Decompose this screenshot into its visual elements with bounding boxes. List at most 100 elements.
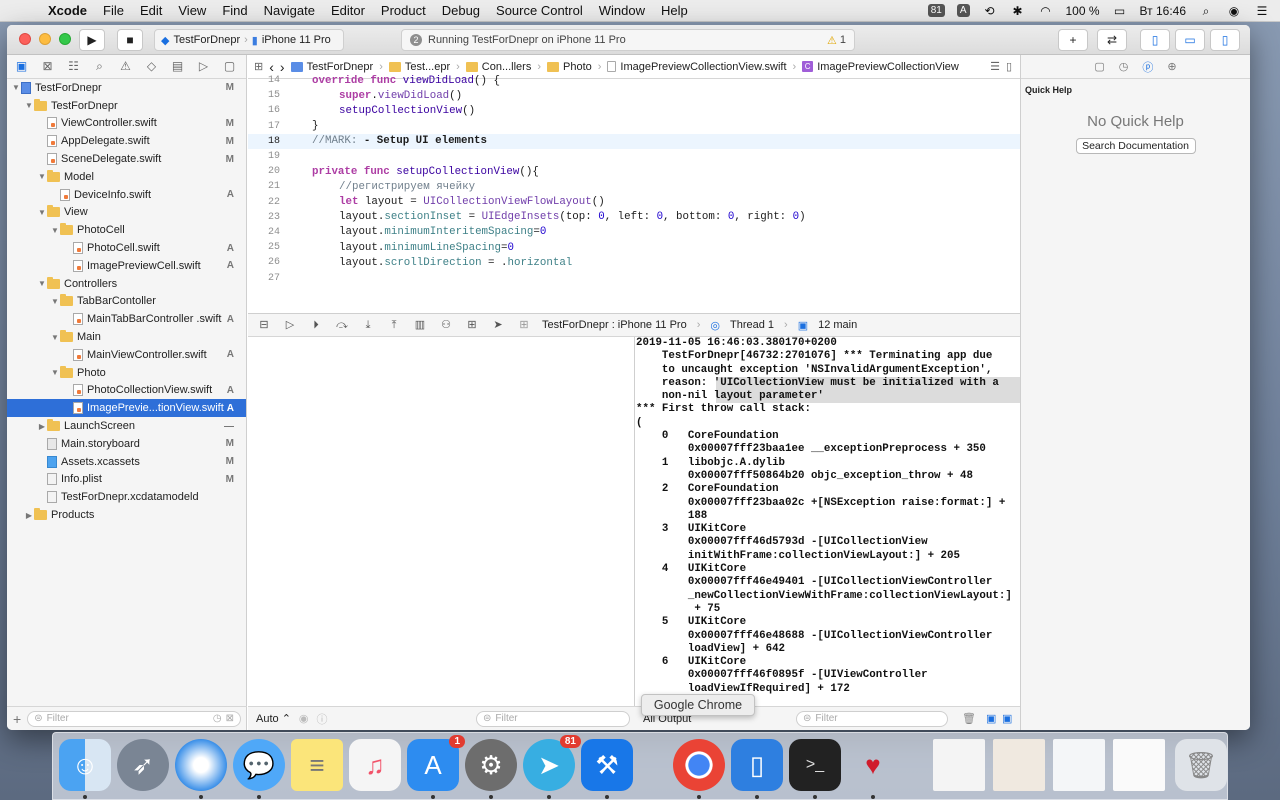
navigator-filter-input[interactable]: ⊜ Filter ◷ ⊠	[27, 710, 241, 727]
tree-item[interactable]: ▼ Model	[7, 168, 246, 186]
auto-scope-select[interactable]: Auto ⌃	[256, 712, 291, 725]
minimized-window-1[interactable]	[933, 739, 985, 791]
test-navigator-icon[interactable]: ◇	[143, 58, 160, 75]
console-filter-input[interactable]: ⊜ Filter	[796, 710, 948, 727]
disclosure-expanded-icon[interactable]: ▼	[50, 226, 60, 235]
minimized-window-3[interactable]	[1053, 739, 1105, 791]
code-area[interactable]: 14 override func viewDidLoad() {15 super.v…	[248, 73, 1020, 286]
spotlight-search-icon[interactable]: ⌕	[1198, 4, 1214, 18]
tree-item[interactable]: ▼ TabBarContoller	[7, 293, 246, 311]
disclosure-expanded-icon[interactable]: ▼	[37, 279, 47, 288]
terminal-icon[interactable]: >_	[789, 739, 841, 791]
menu-view[interactable]: View	[170, 3, 214, 18]
battery-icon[interactable]: ▭	[1112, 4, 1128, 18]
disclosure-expanded-icon[interactable]: ▼	[24, 101, 34, 110]
minimize-window-button[interactable]	[39, 33, 51, 45]
breadcrumb-project[interactable]: TestForDnepr	[290, 61, 373, 73]
telegram-icon[interactable]: ➤ 81	[523, 735, 581, 791]
trash-icon[interactable]: 🗑	[962, 712, 976, 725]
finder-icon[interactable]: ☺	[59, 739, 111, 791]
toggle-inspector-button[interactable]: ▯	[1210, 29, 1240, 51]
disclosure-expanded-icon[interactable]: ▼	[50, 297, 60, 306]
system-preferences-icon[interactable]: ⚙	[465, 739, 517, 791]
disclosure-expanded-icon[interactable]: ▼	[37, 208, 47, 217]
modified-files-icon[interactable]: ⊠	[226, 713, 234, 724]
debug-target[interactable]: TestForDnepr : iPhone 11 Pro	[542, 319, 687, 331]
toggle-navigator-button[interactable]: ▯	[1140, 29, 1170, 51]
debug-thread[interactable]: Thread 1	[730, 319, 774, 331]
tree-item[interactable]: AppDelegate.swift M	[7, 132, 246, 150]
library-button[interactable]: +	[1058, 29, 1088, 51]
tree-item[interactable]: ▼ Photo	[7, 364, 246, 382]
xcode-icon[interactable]: ⚒	[581, 739, 633, 791]
chrome-icon[interactable]	[673, 739, 725, 791]
add-file-icon[interactable]: +	[13, 711, 21, 727]
related-items-icon[interactable]: ⊞	[254, 60, 263, 73]
history-inspector-icon[interactable]: ◷	[1119, 60, 1129, 73]
code-line[interactable]: 20 private func setupCollectionView(){	[248, 164, 1020, 179]
safari-icon[interactable]	[175, 739, 227, 791]
breakpoints-toggle-icon[interactable]: ▷	[282, 318, 298, 332]
menu-app-name[interactable]: Xcode	[40, 3, 95, 18]
console-output[interactable]: 2019-11-05 16:46:03.380170+0200 TestForD…	[636, 337, 1020, 706]
tree-item[interactable]: DeviceInfo.swift A	[7, 186, 246, 204]
code-line[interactable]: 23 layout.sectionInset = UIEdgeInsets(top…	[248, 210, 1020, 225]
tree-item[interactable]: ViewController.swift M	[7, 115, 246, 133]
breadcrumb-controllers[interactable]: Con...llers	[465, 61, 531, 73]
split-left-icon[interactable]: ▣	[986, 712, 996, 725]
tree-item[interactable]: MainTabBarController .swift A	[7, 310, 246, 328]
messages-icon[interactable]: 💬	[233, 739, 285, 791]
disclosure-expanded-icon[interactable]: ▼	[50, 333, 60, 342]
step-out-icon[interactable]: ⤒	[386, 318, 402, 332]
siri-icon[interactable]: ◉	[1226, 4, 1242, 18]
tree-item[interactable]: ▼ PhotoCell	[7, 221, 246, 239]
quick-help-icon[interactable]: ⓟ	[1142, 59, 1153, 75]
attributes-inspector-icon[interactable]: ⊕	[1167, 60, 1176, 73]
tree-item[interactable]: ImagePreviewCell.swift A	[7, 257, 246, 275]
code-line[interactable]: 14 override func viewDidLoad() {	[248, 73, 1020, 88]
bluetooth-icon[interactable]: ✱	[1010, 4, 1026, 18]
scheme-selector[interactable]: ◆ TestForDnepr › ▮ iPhone 11 Pro	[154, 29, 344, 51]
code-line[interactable]: 21 //регистрируем ячейку	[248, 179, 1020, 194]
info-icon[interactable]: ⓘ	[317, 711, 328, 727]
code-line[interactable]: 18 //MARK: - Setup UI elements	[248, 133, 1020, 149]
warning-icon[interactable]: ⚠	[827, 34, 837, 47]
minimized-window-4[interactable]	[1113, 739, 1165, 791]
launchpad-icon[interactable]: ➶	[117, 739, 169, 791]
menu-help[interactable]: Help	[653, 3, 696, 18]
variables-view[interactable]	[248, 337, 635, 730]
editor-options-icon[interactable]: ☰	[990, 60, 1000, 73]
code-line[interactable]: 26 layout.scrollDirection = .horizontal	[248, 255, 1020, 270]
music-icon[interactable]: ♫	[349, 739, 401, 791]
input-source-icon[interactable]: A	[956, 4, 970, 17]
variables-filter-input[interactable]: ⊜ Filter	[476, 710, 630, 727]
menu-editor[interactable]: Editor	[323, 3, 373, 18]
close-window-button[interactable]	[19, 33, 31, 45]
minimized-window-2[interactable]	[993, 739, 1045, 791]
search-documentation-button[interactable]: Search Documentation	[1075, 138, 1196, 154]
code-line[interactable]: 17}	[248, 119, 1020, 134]
simulator-icon[interactable]: ▯	[731, 739, 783, 791]
breadcrumb-photo[interactable]: Photo	[547, 61, 592, 73]
clock[interactable]: Вт 16:46	[1140, 4, 1186, 18]
disclosure-collapsed-icon[interactable]: ▶	[37, 422, 47, 431]
tree-item[interactable]: SceneDelegate.swift M	[7, 150, 246, 168]
split-right-icon[interactable]: ▣	[1002, 712, 1012, 725]
tree-item[interactable]: PhotoCollectionView.swift A	[7, 382, 246, 400]
hide-debug-area-icon[interactable]: ⊟	[256, 318, 272, 332]
breadcrumb-group[interactable]: Test...epr	[388, 61, 450, 73]
environment-overrides-icon[interactable]: ⊞	[464, 318, 480, 332]
eye-icon[interactable]: ◉	[299, 712, 309, 725]
menu-navigate[interactable]: Navigate	[256, 3, 323, 18]
memory-graph-icon[interactable]: ⚇	[438, 318, 454, 332]
tree-item[interactable]: Info.plist M	[7, 471, 246, 489]
debug-navigator-icon[interactable]: ▤	[169, 58, 186, 75]
menu-edit[interactable]: Edit	[132, 3, 170, 18]
tree-item[interactable]: MainViewController.swift A	[7, 346, 246, 364]
menu-window[interactable]: Window	[591, 3, 653, 18]
code-line[interactable]: 19	[248, 149, 1020, 164]
file-inspector-icon[interactable]: ▢	[1094, 60, 1104, 73]
run-button[interactable]: ▶	[79, 29, 105, 51]
tree-item[interactable]: ▼ TestForDnepr	[7, 97, 246, 115]
tree-item[interactable]: PhotoCell.swift A	[7, 239, 246, 257]
